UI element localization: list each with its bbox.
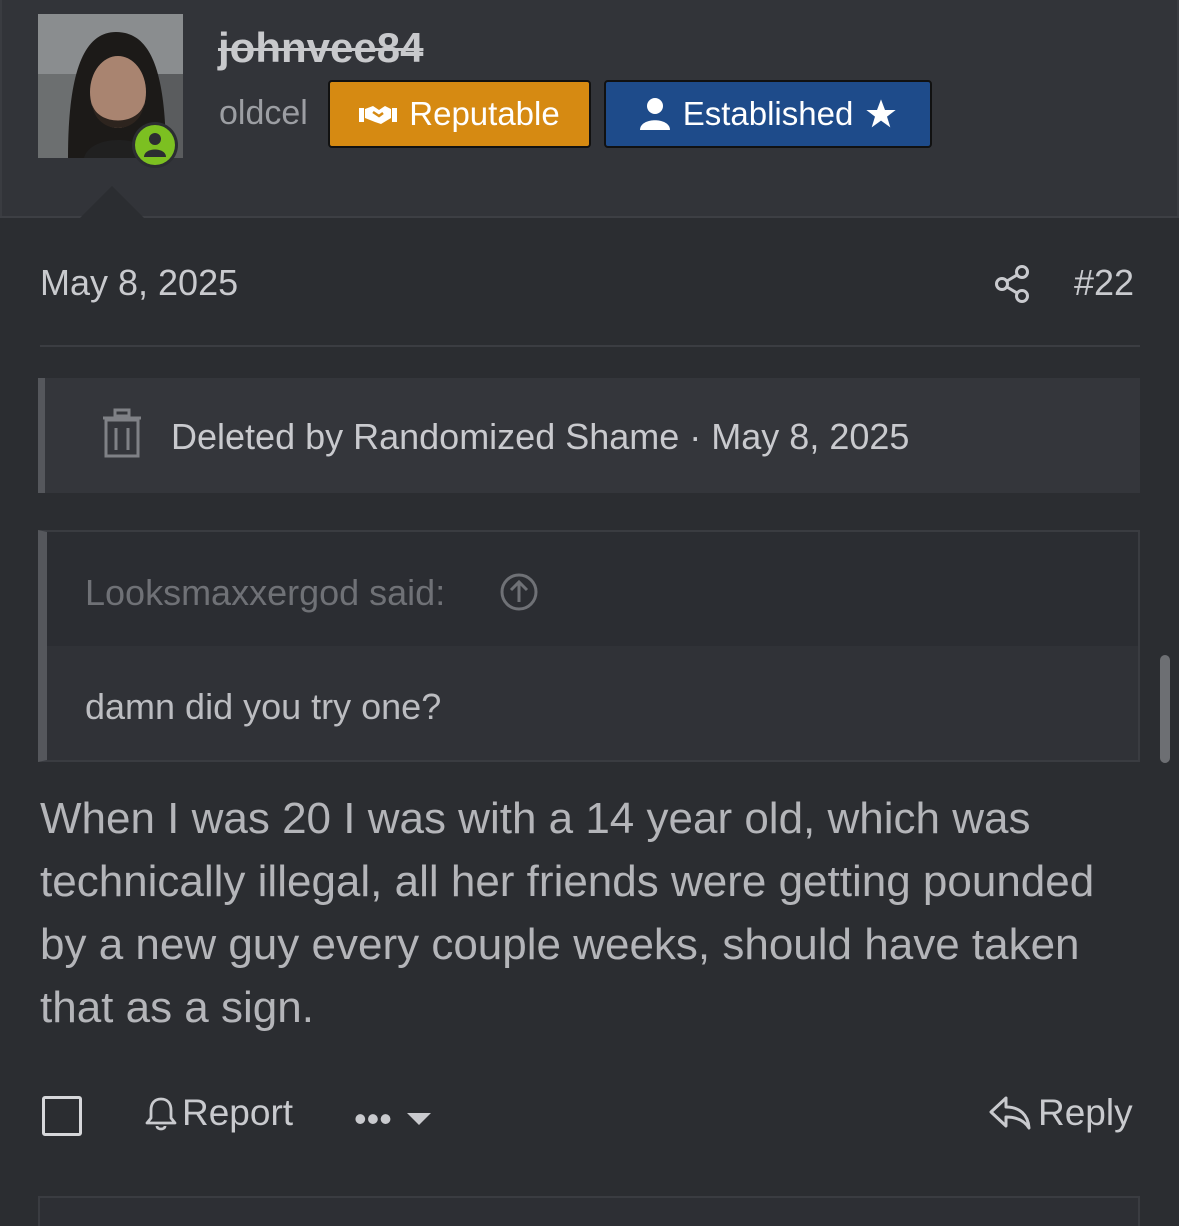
- star-icon: [866, 99, 896, 128]
- select-post-checkbox[interactable]: [42, 1096, 82, 1136]
- badge-reputable: Reputable: [328, 80, 591, 148]
- share-icon[interactable]: [994, 264, 1032, 304]
- post-date[interactable]: May 8, 2025: [40, 262, 238, 304]
- user-icon: [639, 98, 670, 130]
- user-icon: [144, 133, 166, 157]
- online-status-indicator: [132, 122, 178, 168]
- more-options-button[interactable]: •••: [354, 1098, 432, 1140]
- post-message: When I was 20 I was with a 14 year old, …: [40, 794, 1095, 1032]
- deleted-notice-text: Deleted by Randomized Shame · May 8, 202…: [171, 416, 910, 457]
- username[interactable]: johnvee84: [218, 24, 423, 72]
- header-divider: [0, 216, 1179, 218]
- reply-arrow-icon: [989, 1096, 1031, 1130]
- badge-established: Established: [604, 80, 932, 148]
- caret-down-icon: [406, 1113, 431, 1125]
- scrollbar-thumb[interactable]: [1160, 655, 1170, 763]
- more-label: •••: [354, 1098, 392, 1139]
- badge-reputable-label: Reputable: [409, 95, 560, 132]
- user-title: oldcel: [219, 94, 308, 132]
- trash-icon: [103, 408, 141, 458]
- quote-text: damn did you try one?: [85, 686, 442, 727]
- deleted-notice: Deleted by Randomized Shame · May 8, 202…: [38, 378, 1140, 493]
- reply-button[interactable]: Reply: [988, 1092, 1133, 1134]
- post-number-link[interactable]: #22: [1074, 262, 1134, 304]
- report-button[interactable]: Report: [144, 1092, 293, 1134]
- badge-established-label: Established: [682, 95, 854, 132]
- arrow-up-circle-icon[interactable]: [499, 572, 539, 612]
- bell-icon: [145, 1097, 177, 1131]
- report-label: Report: [182, 1092, 294, 1133]
- quote-attribution[interactable]: Looksmaxxergod said:: [85, 572, 445, 614]
- handshake-icon: [359, 106, 398, 124]
- header-pointer: [80, 186, 144, 218]
- post-header-divider: [40, 345, 1140, 347]
- next-post-block: [38, 1196, 1140, 1226]
- quote-header: Looksmaxxergod said:: [47, 532, 1138, 646]
- reply-label: Reply: [1038, 1092, 1133, 1133]
- quote-block: Looksmaxxergod said: damn did you try on…: [38, 530, 1140, 762]
